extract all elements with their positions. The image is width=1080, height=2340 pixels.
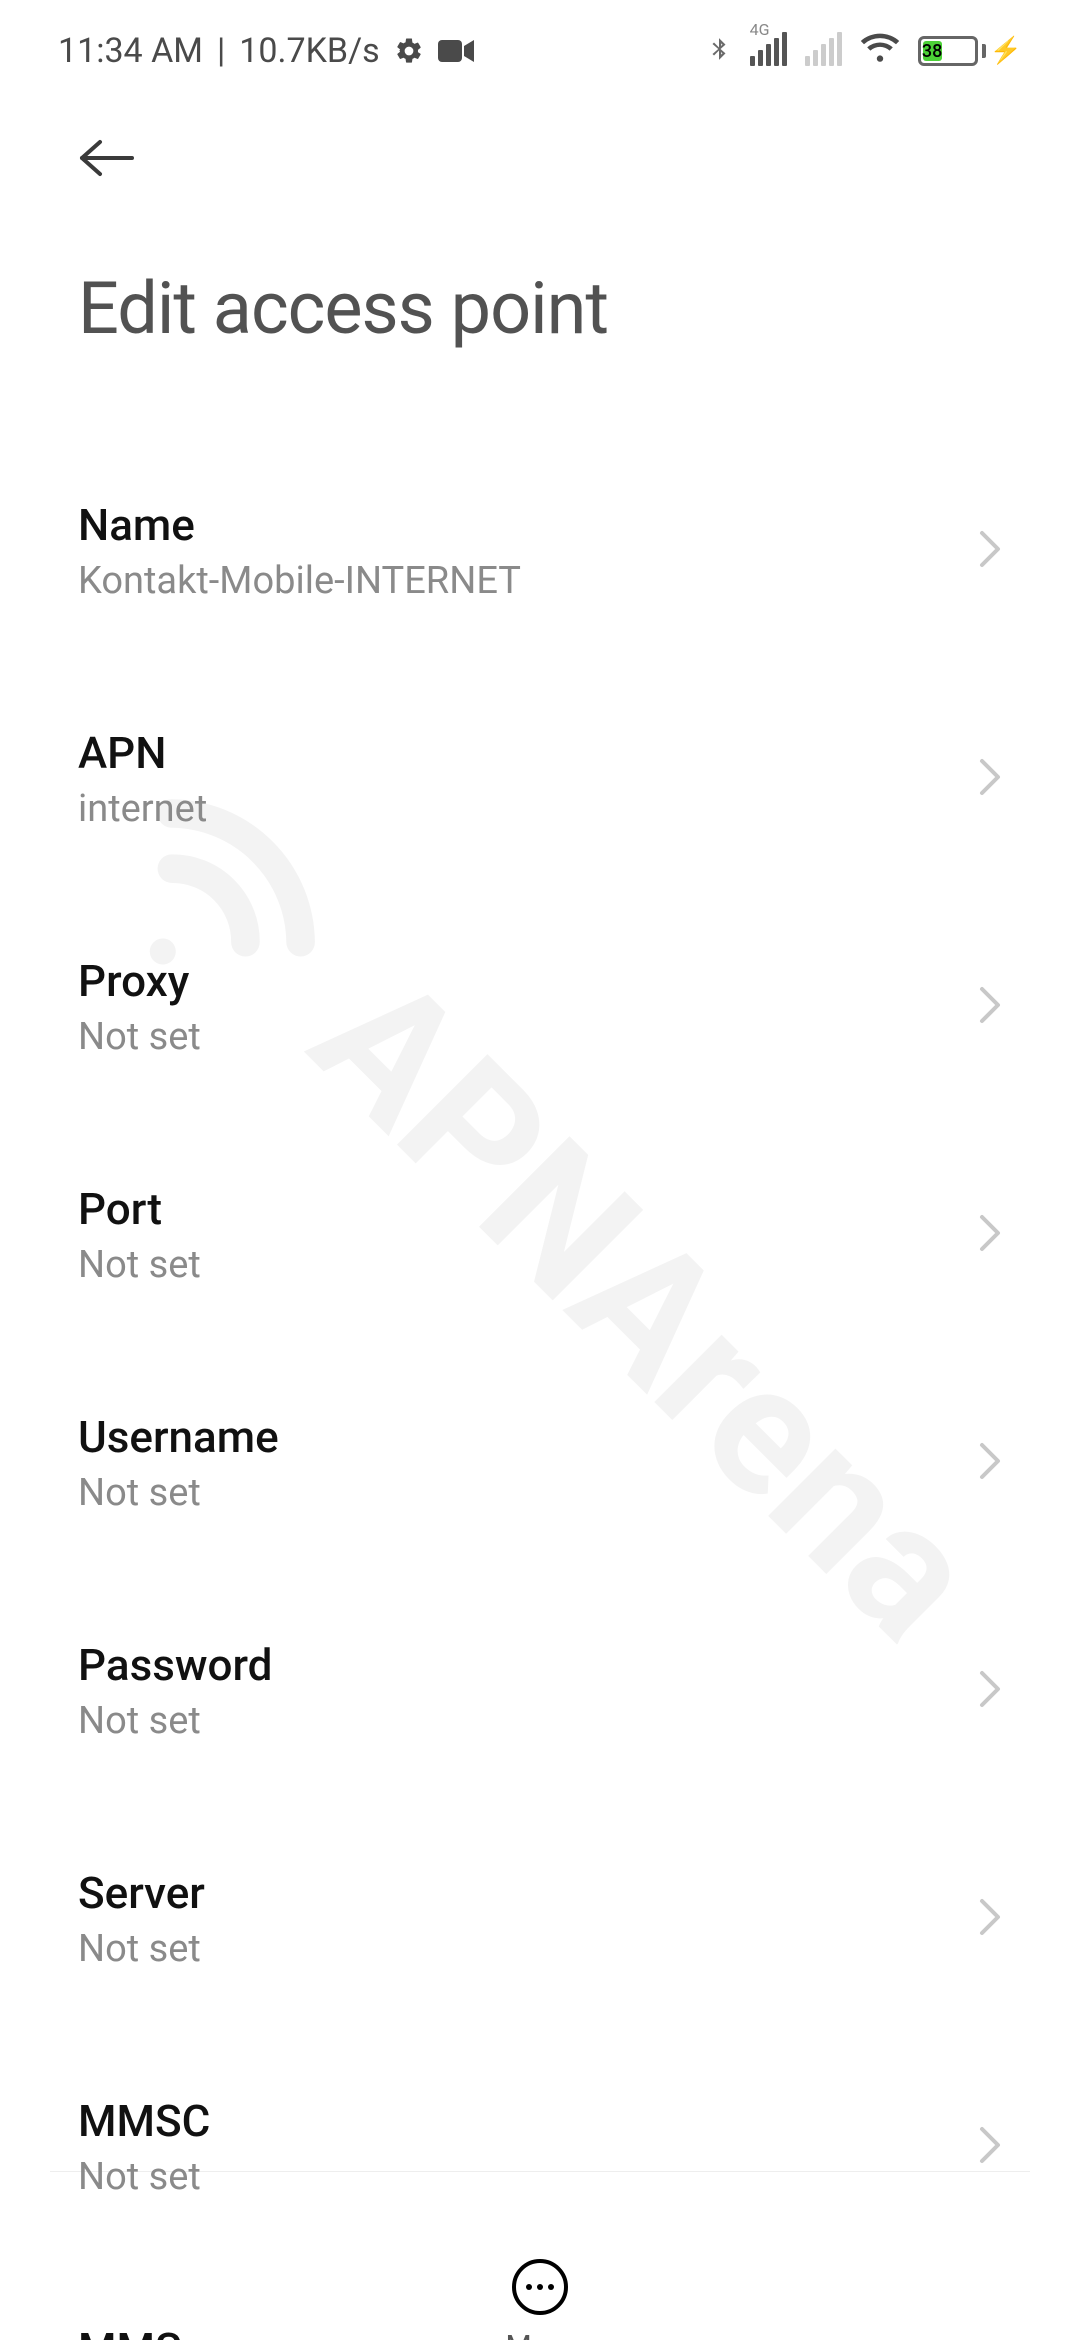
charging-icon: ⚡ <box>990 36 1022 66</box>
wifi-icon <box>860 33 900 69</box>
status-time: 11:34 AM <box>58 31 203 71</box>
chevron-right-icon <box>978 1669 1002 1713</box>
signal-primary-icon: 4G <box>750 36 787 66</box>
row-label: Password <box>78 1639 272 1691</box>
signal-secondary-icon <box>805 36 842 66</box>
status-separator: | <box>217 31 225 71</box>
row-label: APN <box>78 727 207 779</box>
more-button[interactable]: More <box>0 2259 1080 2340</box>
row-label: Server <box>78 1867 205 1919</box>
row-value: internet <box>78 787 207 831</box>
status-left: 11:34 AM | 10.7KB/s <box>58 31 474 71</box>
row-label: Name <box>78 499 521 551</box>
row-label: MMSC <box>78 2095 210 2147</box>
chevron-right-icon <box>978 1897 1002 1941</box>
row-username[interactable]: Username Not set <box>78 1371 1002 1557</box>
chevron-right-icon <box>978 985 1002 1029</box>
chevron-right-icon <box>978 757 1002 801</box>
bluetooth-icon <box>706 30 732 72</box>
row-proxy[interactable]: Proxy Not set <box>78 915 1002 1101</box>
video-icon <box>438 38 474 64</box>
gear-icon <box>394 36 424 66</box>
row-port[interactable]: Port Not set <box>78 1143 1002 1329</box>
status-right: 4G 38 ⚡ <box>706 30 1022 72</box>
row-value: Not set <box>78 1927 205 1971</box>
chevron-right-icon <box>978 1213 1002 1257</box>
row-label: Username <box>78 1411 279 1463</box>
row-server[interactable]: Server Not set <box>78 1827 1002 2013</box>
more-icon <box>512 2259 568 2315</box>
network-label: 4G <box>750 20 770 39</box>
back-button[interactable] <box>78 128 138 188</box>
more-label: More <box>505 2329 574 2340</box>
row-value: Not set <box>78 2155 210 2199</box>
chevron-right-icon <box>978 2125 1002 2169</box>
battery-percent: 38 <box>923 41 942 61</box>
row-mmsc[interactable]: MMSC Not set <box>78 2055 1002 2241</box>
row-value: Not set <box>78 1471 279 1515</box>
row-value: Kontakt-Mobile-INTERNET <box>78 559 521 603</box>
row-value: Not set <box>78 1699 272 1743</box>
status-bar: 11:34 AM | 10.7KB/s 4G 38 ⚡ <box>0 0 1080 90</box>
status-data-rate: 10.7KB/s <box>239 31 379 71</box>
settings-list: Name Kontakt-Mobile-INTERNET APN interne… <box>0 351 1080 2340</box>
header: Edit access point <box>0 90 1080 351</box>
row-name[interactable]: Name Kontakt-Mobile-INTERNET <box>78 459 1002 645</box>
row-password[interactable]: Password Not set <box>78 1599 1002 1785</box>
page-title: Edit access point <box>78 266 1002 351</box>
battery-icon: 38 ⚡ <box>918 36 1022 66</box>
chevron-right-icon <box>978 529 1002 573</box>
row-label: Port <box>78 1183 201 1235</box>
row-value: Not set <box>78 1243 201 1287</box>
row-value: Not set <box>78 1015 201 1059</box>
row-label: Proxy <box>78 955 201 1007</box>
row-apn[interactable]: APN internet <box>78 687 1002 873</box>
chevron-right-icon <box>978 1441 1002 1485</box>
